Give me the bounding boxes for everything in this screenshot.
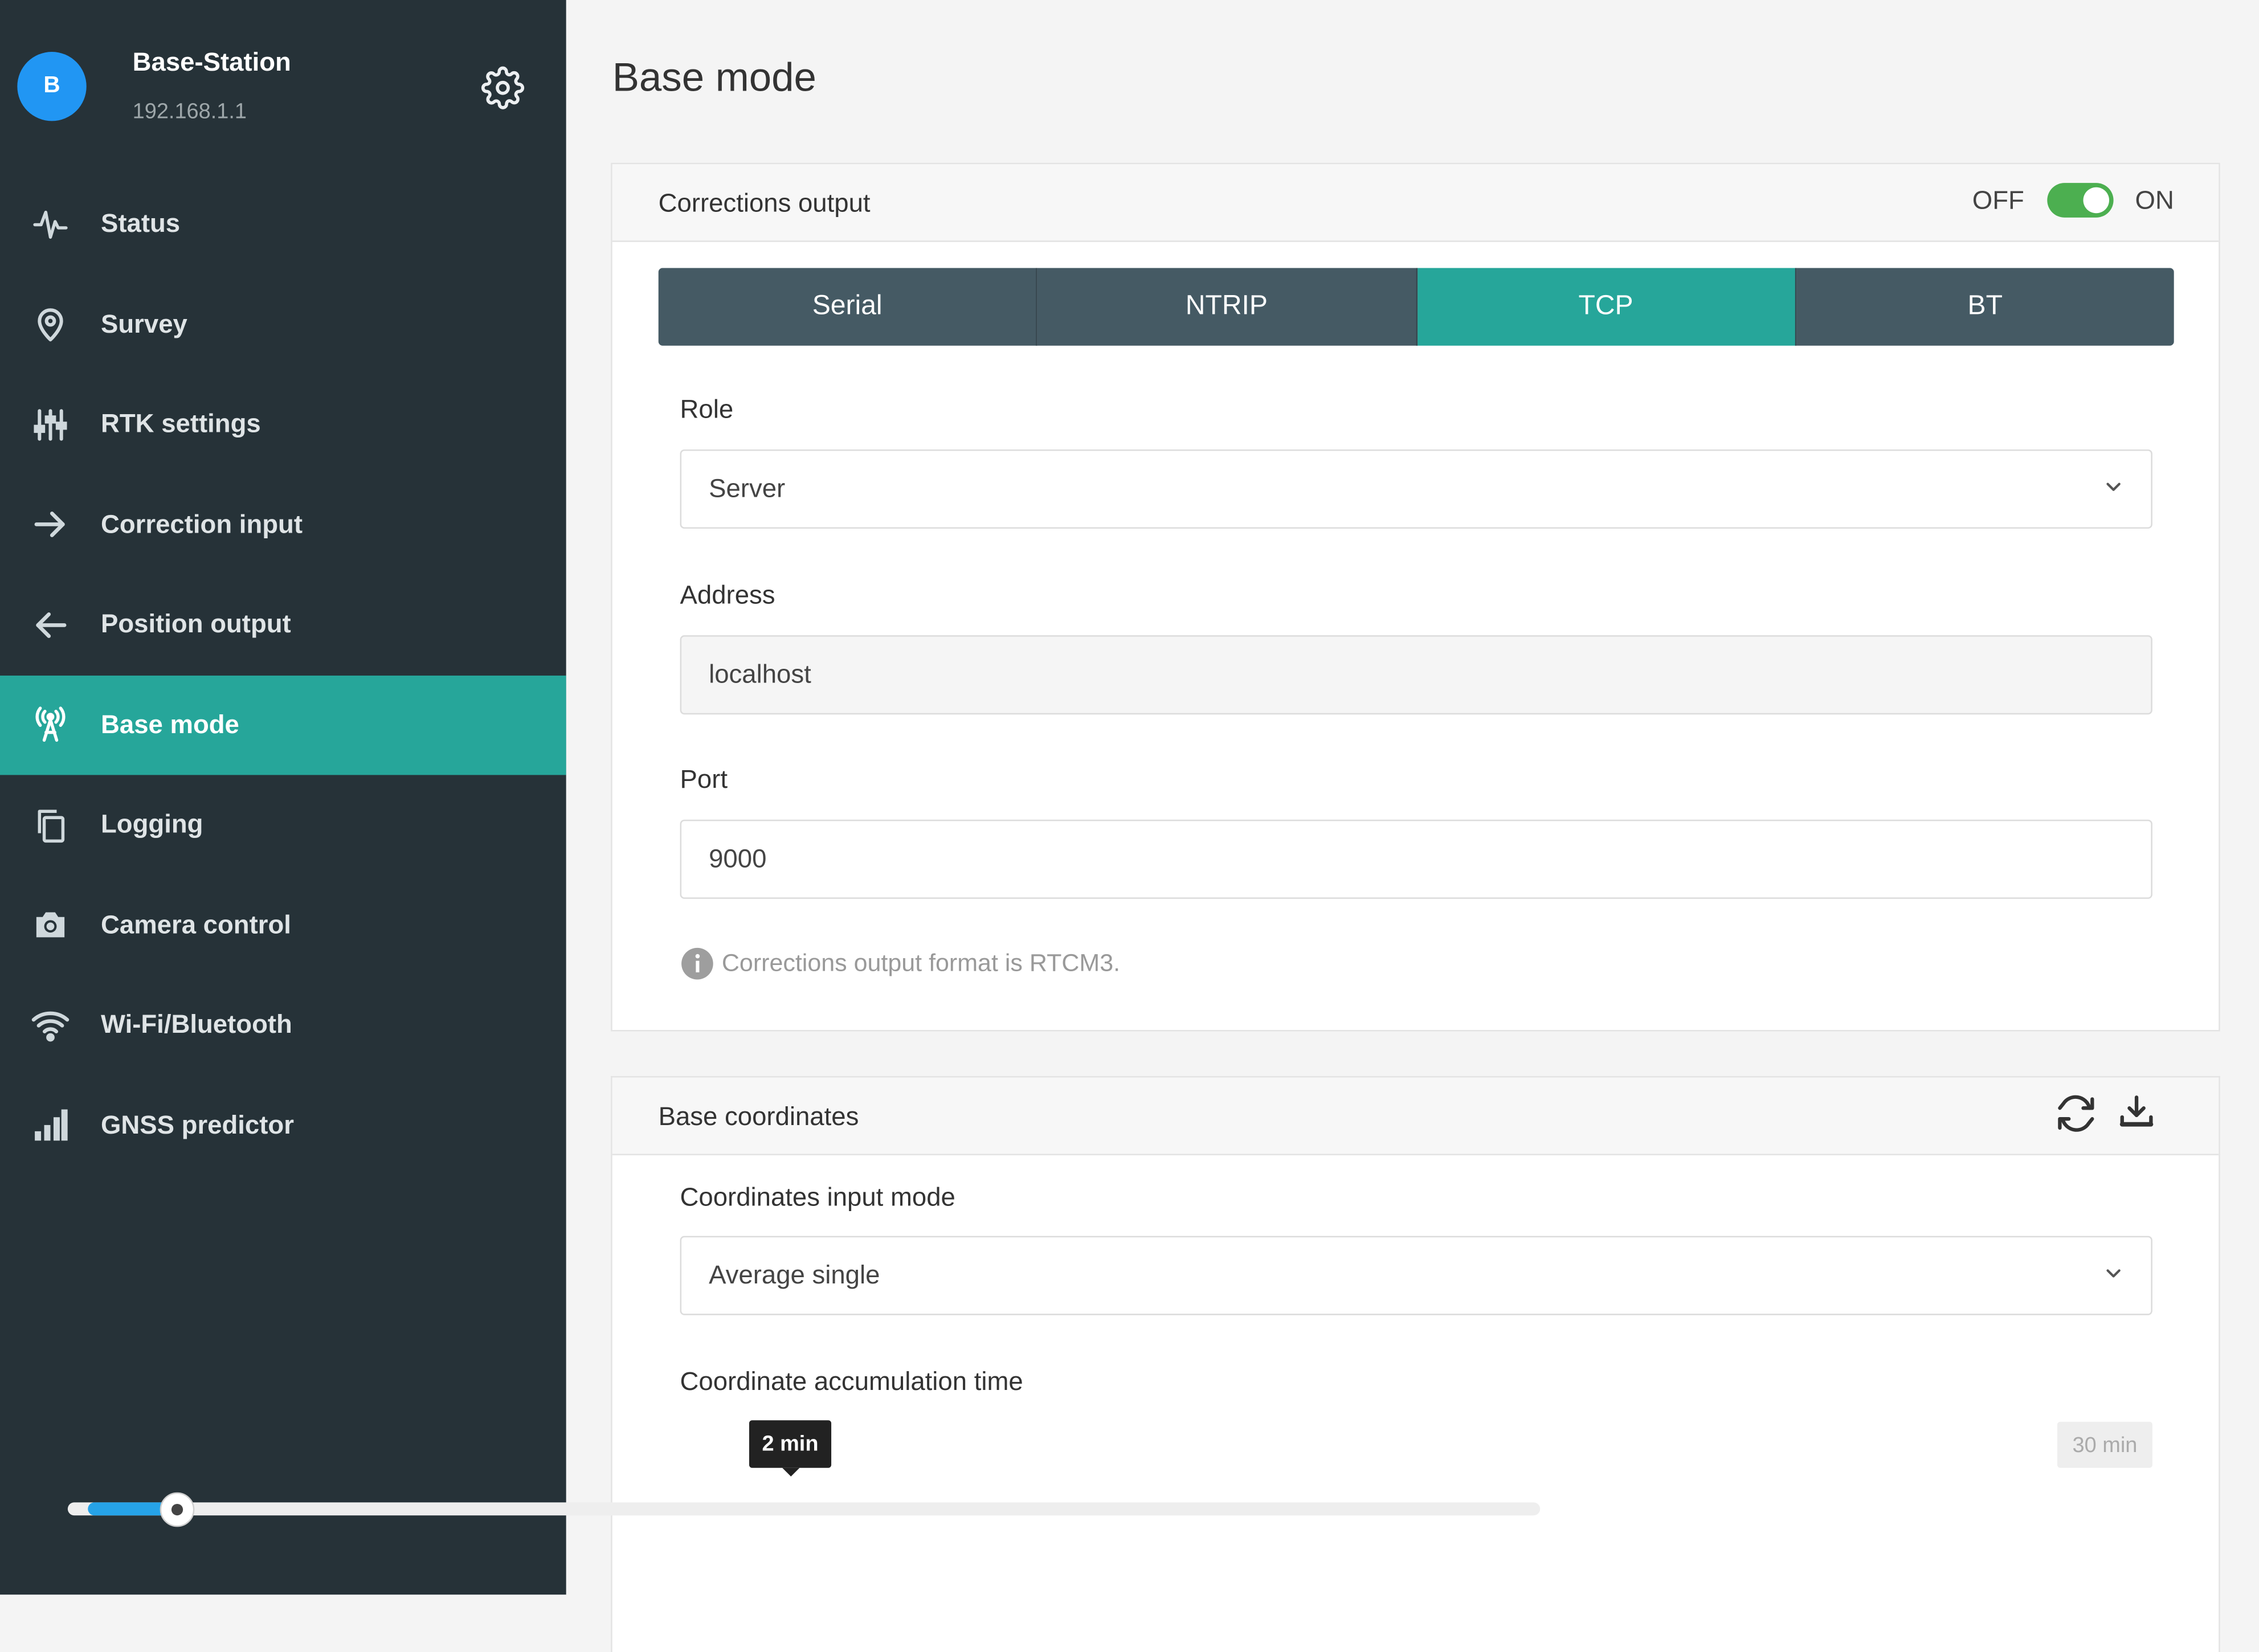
format-info: Corrections output format is RTCM3.	[680, 946, 1121, 981]
arrow-right-icon	[29, 503, 72, 546]
device-header: B Base-Station 192.168.1.1	[0, 0, 566, 173]
role-select[interactable]: Server	[680, 449, 2152, 529]
nav-label: Correction input	[101, 509, 303, 539]
nav-label: Survey	[101, 309, 187, 338]
slider-value-tooltip: 2 min	[749, 1420, 832, 1477]
accum-time-label: Coordinate accumulation time	[680, 1367, 1023, 1396]
accumulation-time-slider[interactable]	[67, 1492, 1541, 1527]
device-name: Base-Station	[132, 47, 291, 77]
download-icon[interactable]	[2115, 1092, 2158, 1135]
chevron-down-icon	[2106, 1269, 2121, 1278]
nav-label: Wi-Fi/Bluetooth	[101, 1010, 292, 1039]
card-header: Base coordinates	[612, 1077, 2219, 1156]
bar-chart-icon	[29, 1104, 72, 1147]
nav-item-correction-input[interactable]: Correction input	[0, 475, 566, 575]
nav-label: GNSS predictor	[101, 1110, 294, 1139]
address-label: Address	[680, 580, 775, 610]
refresh-icon[interactable]	[2054, 1092, 2098, 1135]
port-label: Port	[680, 764, 728, 794]
role-select-value: Server	[709, 473, 786, 503]
address-field[interactable]: localhost	[680, 635, 2152, 715]
wifi-icon	[29, 1004, 72, 1047]
nav-item-position-output[interactable]: Position output	[0, 575, 566, 675]
corrections-toggle[interactable]	[2047, 183, 2114, 218]
info-icon	[681, 947, 713, 980]
nav-label: Base mode	[101, 710, 239, 739]
coords-mode-label: Coordinates input mode	[680, 1183, 955, 1212]
nav-item-status[interactable]: Status	[0, 174, 566, 275]
port-value: 9000	[709, 844, 767, 873]
sliders-icon	[29, 403, 72, 446]
slider-track	[67, 1502, 1541, 1516]
nav-menu: Status Survey RTK settings Correction in…	[0, 174, 566, 1175]
arrow-left-icon	[29, 603, 72, 647]
info-text: Corrections output format is RTCM3.	[721, 949, 1121, 977]
copy-icon	[29, 803, 72, 847]
toggle-off-label: OFF	[1972, 185, 2024, 214]
nav-item-gnss-predictor[interactable]: GNSS predictor	[0, 1076, 566, 1176]
tab-tcp[interactable]: TCP	[1416, 268, 1796, 346]
card-title: Base coordinates	[658, 1102, 859, 1131]
tab-serial[interactable]: Serial	[658, 268, 1038, 346]
card-header: Corrections output OFF ON	[612, 164, 2219, 242]
antenna-tower-icon	[29, 704, 72, 747]
coords-mode-select[interactable]: Average single	[680, 1236, 2152, 1315]
corrections-toggle-group: OFF ON	[1972, 183, 2174, 218]
base-coordinates-card: Base coordinates	[611, 1076, 2220, 1652]
map-pin-icon	[29, 303, 72, 346]
page-title: Base mode	[612, 55, 816, 100]
avatar: B	[17, 52, 87, 121]
gear-icon[interactable]	[481, 66, 525, 109]
chevron-down-icon	[2106, 482, 2121, 491]
nav-item-base-mode[interactable]: Base mode	[0, 674, 566, 775]
nav-label: Logging	[101, 809, 203, 839]
port-field[interactable]: 9000	[680, 819, 2152, 899]
slider-max-label: 30 min	[2057, 1421, 2152, 1468]
nav-item-camera-control[interactable]: Camera control	[0, 875, 566, 975]
camera-icon	[29, 903, 72, 947]
coords-mode-value: Average single	[709, 1260, 880, 1290]
nav-item-survey[interactable]: Survey	[0, 275, 566, 375]
tab-bt[interactable]: BT	[1796, 268, 2174, 346]
slider-thumb[interactable]	[160, 1492, 195, 1527]
card-title: Corrections output	[658, 189, 871, 218]
role-label: Role	[680, 394, 734, 424]
tab-ntrip[interactable]: NTRIP	[1037, 268, 1417, 346]
nav-label: Camera control	[101, 910, 291, 939]
nav-item-wifi-bluetooth[interactable]: Wi-Fi/Bluetooth	[0, 975, 566, 1076]
device-ip: 192.168.1.1	[132, 99, 247, 124]
corrections-tabs: Serial NTRIP TCP BT	[658, 268, 2174, 346]
nav-label: Position output	[101, 610, 291, 639]
main-content: Base mode Corrections output OFF ON Seri…	[566, 0, 2259, 1652]
corrections-output-card: Corrections output OFF ON Serial NTRIP T…	[611, 162, 2220, 1032]
nav-item-logging[interactable]: Logging	[0, 775, 566, 875]
toggle-on-label: ON	[2135, 185, 2174, 214]
nav-item-rtk-settings[interactable]: RTK settings	[0, 374, 566, 475]
nav-label: Status	[101, 209, 181, 238]
address-value: localhost	[709, 660, 811, 689]
sidebar: B Base-Station 192.168.1.1 Status Survey…	[0, 0, 566, 1595]
nav-label: RTK settings	[101, 409, 261, 439]
activity-icon	[29, 203, 72, 246]
